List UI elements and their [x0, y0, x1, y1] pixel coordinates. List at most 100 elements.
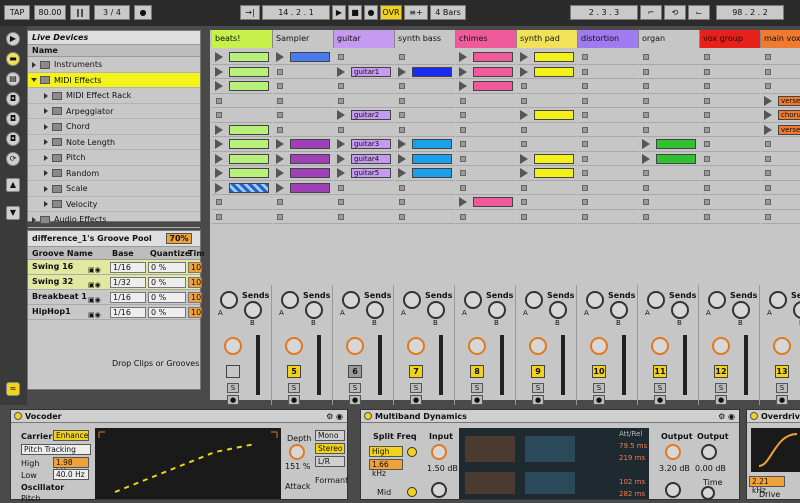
clip-slot[interactable]	[761, 79, 800, 94]
arm-button-icon[interactable]: ●	[532, 395, 544, 405]
loop-switch-icon[interactable]: ⟲	[664, 5, 686, 20]
clip[interactable]	[290, 182, 330, 193]
clip-slot[interactable]	[639, 94, 699, 108]
clip[interactable]: guitar2	[351, 110, 391, 120]
clip[interactable]: guitar3	[351, 139, 391, 149]
clip-slot[interactable]	[273, 108, 333, 123]
clip-slot[interactable]	[212, 166, 272, 181]
clip-launch-icon[interactable]	[398, 153, 406, 164]
clip-slot[interactable]	[578, 166, 638, 181]
play-icon[interactable]: ▶	[332, 5, 346, 20]
clip[interactable]	[229, 182, 269, 193]
arm-button-icon[interactable]: ●	[471, 395, 483, 405]
track-activator[interactable]: 7	[409, 365, 423, 378]
stop-button-icon[interactable]	[399, 54, 405, 60]
stop-button-icon[interactable]	[399, 199, 405, 205]
disk-icon[interactable]: ◘	[6, 92, 20, 106]
clip-slot[interactable]	[334, 50, 394, 65]
clip-slot[interactable]	[395, 166, 455, 181]
clip-launch-icon[interactable]	[520, 110, 528, 120]
clip-slot[interactable]	[700, 195, 760, 210]
clip-slot[interactable]	[578, 79, 638, 94]
stop-button-icon[interactable]	[521, 141, 527, 147]
clip-slot[interactable]	[517, 123, 577, 137]
stop-button-icon[interactable]	[277, 126, 283, 133]
stop-button-icon[interactable]	[460, 155, 466, 162]
stop-button-icon[interactable]	[277, 97, 283, 104]
clip-slot[interactable]	[700, 210, 760, 224]
clip-slot[interactable]: guitar2	[334, 108, 394, 123]
clip-launch-icon[interactable]	[520, 52, 528, 62]
time-signature[interactable]: 3 / 4	[94, 5, 130, 20]
clip-slot[interactable]	[456, 181, 516, 195]
clip[interactable]	[473, 52, 513, 62]
tempo-nudge-icon[interactable]: ‖‖	[70, 5, 90, 20]
stop-button-icon[interactable]	[643, 97, 649, 104]
clip[interactable]	[290, 153, 330, 164]
col-quantize[interactable]: Quantize	[150, 247, 190, 260]
depth-knob[interactable]	[289, 444, 305, 460]
clip-launch-icon[interactable]	[764, 95, 772, 106]
clip-slot[interactable]	[517, 94, 577, 108]
stop-button-icon[interactable]	[582, 54, 588, 60]
clip-slot[interactable]	[334, 123, 394, 137]
track-activator[interactable]: 9	[531, 365, 545, 378]
groove-timing[interactable]: 10	[188, 262, 202, 273]
pan-knob[interactable]	[590, 337, 608, 355]
clip-slot[interactable]	[212, 79, 272, 94]
clip-slot[interactable]	[578, 195, 638, 210]
clip[interactable]	[534, 66, 574, 77]
tap-button[interactable]: TAP	[4, 5, 30, 20]
stop-icon[interactable]: ■	[348, 5, 362, 20]
split-freq-field[interactable]: 1.66 kHz	[369, 459, 403, 478]
stop-button-icon[interactable]	[643, 213, 649, 220]
stop-button-icon[interactable]	[338, 83, 344, 89]
clip-slot[interactable]	[517, 152, 577, 166]
track-activator[interactable]	[226, 365, 240, 378]
clip[interactable]	[656, 153, 696, 164]
stop-button-icon[interactable]	[521, 126, 527, 133]
clip[interactable]	[534, 52, 574, 62]
loop-start-field[interactable]: 2 . 3 . 3	[570, 5, 638, 20]
solo-button[interactable]: S	[532, 383, 544, 393]
refresh-icon[interactable]: ⟳	[6, 152, 20, 166]
clip-slot[interactable]	[700, 108, 760, 123]
power-icon[interactable]	[364, 412, 372, 420]
clip-launch-icon[interactable]	[520, 66, 528, 77]
clip[interactable]	[534, 153, 574, 164]
stop-button-icon[interactable]	[460, 184, 466, 191]
clip-slot[interactable]	[517, 50, 577, 65]
pan-knob[interactable]	[651, 337, 669, 355]
clip[interactable]: verse 2	[778, 124, 800, 135]
stop-button-icon[interactable]	[582, 126, 588, 133]
stop-button-icon[interactable]	[765, 141, 771, 147]
clip-slot[interactable]	[761, 152, 800, 166]
send-a-knob[interactable]	[769, 291, 787, 309]
clip-slot[interactable]	[761, 166, 800, 181]
mid-output-knob[interactable]	[665, 482, 681, 498]
track-activator[interactable]: 11	[653, 365, 667, 378]
clip-slot[interactable]	[700, 79, 760, 94]
clip-launch-icon[interactable]	[398, 66, 406, 77]
clip[interactable]	[229, 52, 269, 62]
col-base[interactable]: Base	[112, 247, 134, 260]
clip-slot[interactable]	[273, 137, 333, 152]
browser-name-header[interactable]: Name	[28, 45, 200, 57]
arm-button-icon[interactable]: ●	[227, 395, 239, 405]
clip-slot[interactable]	[456, 79, 516, 94]
track-header[interactable]: beats!	[212, 30, 273, 48]
clip-slot[interactable]	[456, 195, 516, 210]
punch-in-icon[interactable]: ⌐	[640, 5, 662, 20]
pan-knob[interactable]	[468, 337, 486, 355]
overall-output-knob[interactable]	[701, 444, 717, 460]
clip-slot[interactable]	[456, 94, 516, 108]
clip-slot[interactable]	[761, 210, 800, 224]
save-icon[interactable]: ▣◉	[88, 308, 101, 322]
disk-3-icon[interactable]: ◘	[6, 132, 20, 146]
clip-launch-icon[interactable]	[215, 153, 223, 164]
stop-button-icon[interactable]	[643, 184, 649, 191]
solo-button[interactable]: S	[654, 383, 666, 393]
stop-button-icon[interactable]	[460, 126, 466, 133]
clip-slot[interactable]: verse 1	[761, 94, 800, 108]
clip-slot[interactable]	[639, 50, 699, 65]
